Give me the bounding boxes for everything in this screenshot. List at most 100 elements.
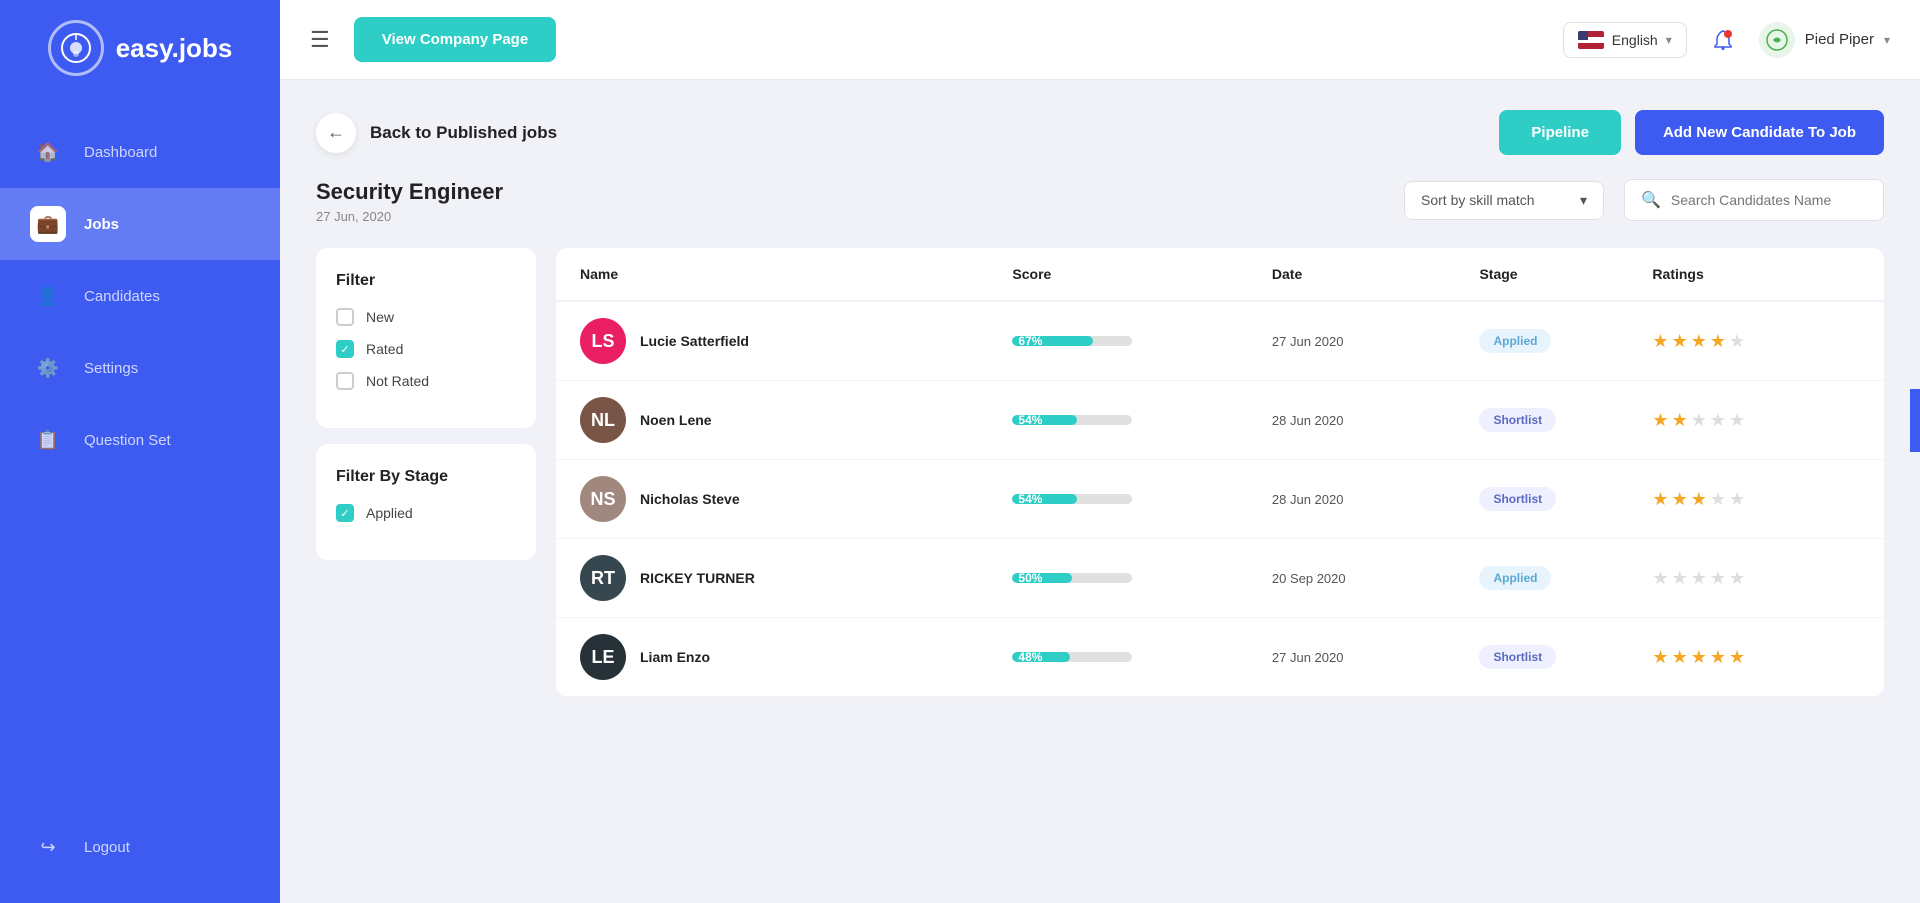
table-row[interactable]: LS Lucie Satterfield 67% 27 Jun 2020 App…	[556, 302, 1884, 381]
th-score: Score	[1012, 266, 1271, 282]
filter-option-new[interactable]: New	[336, 308, 516, 326]
add-candidate-button[interactable]: Add New Candidate To Job	[1635, 110, 1884, 155]
filter-label-applied: Applied	[366, 505, 413, 521]
table-row[interactable]: NS Nicholas Steve 54% 28 Jun 2020 Shortl…	[556, 460, 1884, 539]
score-cell: 67%	[1012, 336, 1271, 346]
language-label: English	[1612, 32, 1658, 48]
star-4: ★	[1729, 410, 1745, 431]
th-stage: Stage	[1479, 266, 1652, 282]
filter-label-not-rated: Not Rated	[366, 373, 429, 389]
star-1: ★	[1672, 647, 1688, 668]
candidate-name-cell: LS Lucie Satterfield	[580, 318, 1012, 364]
company-selector[interactable]: Pied Piper ▾	[1759, 22, 1890, 58]
sidebar-item-dashboard[interactable]: 🏠 Dashboard	[0, 116, 280, 188]
star-0: ★	[1652, 331, 1668, 352]
filter-option-applied[interactable]: ✓ Applied	[336, 504, 516, 522]
logo: easy.jobs	[28, 20, 253, 76]
sidebar-item-candidates[interactable]: 👤 Candidates	[0, 260, 280, 332]
filter-panel: Filter New ✓ Rated Not Rated	[316, 248, 536, 697]
sidebar-item-jobs[interactable]: 💼 Jobs	[0, 188, 280, 260]
filter-checkbox-rated[interactable]: ✓	[336, 340, 354, 358]
candidate-name: Lucie Satterfield	[640, 333, 749, 349]
table-row[interactable]: RT RICKEY TURNER 50% 20 Sep 2020 Applied…	[556, 539, 1884, 618]
sidebar-item-label: Settings	[84, 360, 138, 377]
search-box: 🔍	[1624, 179, 1884, 221]
question-set-icon: 📋	[30, 422, 66, 458]
filter-option-not-rated[interactable]: Not Rated	[336, 372, 516, 390]
candidate-name-cell: NL Noen Lene	[580, 397, 1012, 443]
star-3: ★	[1710, 647, 1726, 668]
score-bar-wrapper: 54%	[1012, 415, 1132, 425]
notification-icon[interactable]	[1703, 20, 1743, 60]
pipeline-button[interactable]: Pipeline	[1499, 110, 1621, 155]
star-0: ★	[1652, 568, 1668, 589]
company-logo	[1759, 22, 1795, 58]
date-cell: 27 Jun 2020	[1272, 650, 1480, 665]
filter-stage-title: Filter By Stage	[336, 468, 516, 486]
back-link[interactable]: ← Back to Published jobs	[316, 113, 557, 153]
logo-icon	[48, 20, 104, 76]
filter-option-rated[interactable]: ✓ Rated	[336, 340, 516, 358]
filter-checkbox-new[interactable]	[336, 308, 354, 326]
star-1: ★	[1672, 489, 1688, 510]
search-input[interactable]	[1671, 192, 1867, 208]
feedback-tab[interactable]: Feedback	[1910, 389, 1920, 452]
star-0: ★	[1652, 489, 1668, 510]
language-selector[interactable]: English ▾	[1563, 22, 1687, 58]
filter-checkbox-applied[interactable]: ✓	[336, 504, 354, 522]
filter-checkbox-not-rated[interactable]	[336, 372, 354, 390]
jobs-icon: 💼	[30, 206, 66, 242]
sidebar-item-settings[interactable]: ⚙️ Settings	[0, 332, 280, 404]
menu-icon[interactable]: ☰	[310, 27, 330, 53]
sort-placeholder: Sort by skill match	[1421, 192, 1535, 208]
table-row[interactable]: LE Liam Enzo 48% 27 Jun 2020 Shortlist ★…	[556, 618, 1884, 697]
table-row[interactable]: NL Noen Lene 54% 28 Jun 2020 Shortlist ★…	[556, 381, 1884, 460]
view-company-button[interactable]: View Company Page	[354, 17, 556, 62]
star-4: ★	[1729, 568, 1745, 589]
avatar: NL	[580, 397, 626, 443]
stage-cell: Shortlist	[1479, 487, 1652, 511]
star-4: ★	[1729, 489, 1745, 510]
star-3: ★	[1710, 410, 1726, 431]
score-bar-wrapper: 54%	[1012, 494, 1132, 504]
stage-cell: Applied	[1479, 566, 1652, 590]
company-name: Pied Piper	[1805, 31, 1874, 48]
sidebar-item-label: Jobs	[84, 216, 119, 233]
language-chevron-icon: ▾	[1666, 33, 1672, 47]
star-2: ★	[1691, 410, 1707, 431]
table-body: LS Lucie Satterfield 67% 27 Jun 2020 App…	[556, 302, 1884, 697]
score-bar-wrapper: 48%	[1012, 652, 1132, 662]
star-3: ★	[1710, 331, 1726, 352]
score-cell: 48%	[1012, 652, 1271, 662]
sort-dropdown[interactable]: Sort by skill match ▾	[1404, 181, 1604, 220]
avatar: RT	[580, 555, 626, 601]
logout-section: ↪ Logout	[0, 811, 280, 883]
job-title-section: Security Engineer 27 Jun, 2020	[316, 179, 503, 224]
stage-cell: Applied	[1479, 329, 1652, 353]
main-content: ☰ View Company Page English ▾ Pied Piper	[280, 0, 1920, 903]
star-3: ★	[1710, 489, 1726, 510]
page-content: ← Back to Published jobs Pipeline Add Ne…	[280, 80, 1920, 903]
content-grid: Filter New ✓ Rated Not Rated	[316, 248, 1884, 697]
sidebar: easy.jobs 🏠 Dashboard 💼 Jobs 👤 Candidate…	[0, 0, 280, 903]
stars-cell: ★★★★★	[1652, 568, 1860, 589]
star-1: ★	[1672, 568, 1688, 589]
date-cell: 28 Jun 2020	[1272, 492, 1480, 507]
back-actions: Pipeline Add New Candidate To Job	[1499, 110, 1884, 155]
table-header: Name Score Date Stage Ratings	[556, 248, 1884, 302]
stage-badge: Shortlist	[1479, 487, 1556, 511]
th-date: Date	[1272, 266, 1480, 282]
score-label: 50%	[1018, 573, 1042, 583]
star-2: ★	[1691, 647, 1707, 668]
stage-cell: Shortlist	[1479, 645, 1652, 669]
logout-button[interactable]: ↪ Logout	[0, 811, 280, 883]
star-4: ★	[1729, 647, 1745, 668]
sidebar-item-question-set[interactable]: 📋 Question Set	[0, 404, 280, 476]
candidate-name: Liam Enzo	[640, 649, 710, 665]
star-1: ★	[1672, 410, 1688, 431]
avatar: NS	[580, 476, 626, 522]
date-cell: 28 Jun 2020	[1272, 413, 1480, 428]
star-2: ★	[1691, 331, 1707, 352]
th-name: Name	[580, 266, 1012, 282]
home-icon: 🏠	[30, 134, 66, 170]
